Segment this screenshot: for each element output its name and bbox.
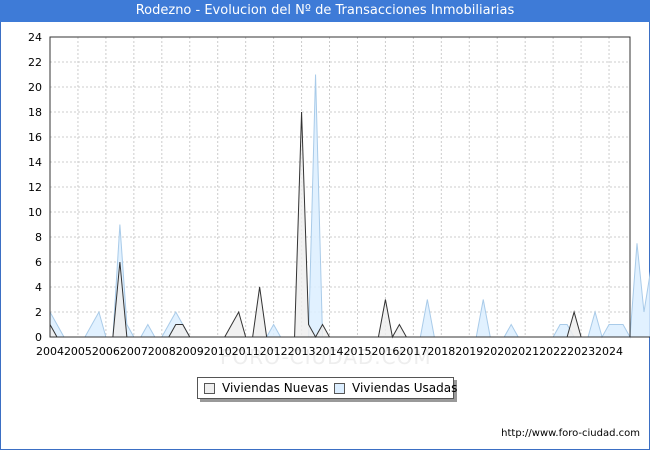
x-tick-label: 2023: [567, 345, 595, 358]
x-tick-label: 2006: [92, 345, 120, 358]
x-tick-label: 2016: [371, 345, 399, 358]
y-tick-label: 8: [35, 231, 42, 244]
y-tick-label: 6: [35, 256, 42, 269]
x-tick-label: 2019: [455, 345, 483, 358]
y-tick-label: 24: [28, 31, 42, 44]
x-tick-label: 2022: [539, 345, 567, 358]
legend-swatch-usadas: [334, 383, 345, 394]
y-tick-label: 10: [28, 206, 42, 219]
x-tick-label: 2017: [399, 345, 427, 358]
x-tick-label: 2010: [204, 345, 232, 358]
legend-label-nuevas: Viviendas Nuevas: [222, 381, 329, 395]
y-tick-label: 18: [28, 106, 42, 119]
x-tick-label: 2009: [176, 345, 204, 358]
y-tick-label: 16: [28, 131, 42, 144]
y-tick-label: 2: [35, 306, 42, 319]
x-tick-label: 2008: [148, 345, 176, 358]
legend-swatch-nuevas: [204, 383, 215, 394]
y-tick-label: 22: [28, 56, 42, 69]
legend-label-usadas: Viviendas Usadas: [352, 381, 458, 395]
x-tick-label: 2007: [120, 345, 148, 358]
y-tick-label: 12: [28, 181, 42, 194]
x-tick-label: 2024: [595, 345, 623, 358]
chart-legend: Viviendas Nuevas Viviendas Usadas: [197, 377, 458, 399]
x-tick-label: 2004: [36, 345, 64, 358]
x-tick-label: 2005: [64, 345, 92, 358]
y-tick-label: 20: [28, 81, 42, 94]
y-tick-label: 14: [28, 156, 42, 169]
x-tick-label: 2012: [260, 345, 288, 358]
x-tick-label: 2011: [232, 345, 260, 358]
x-tick-label: 2018: [427, 345, 455, 358]
y-tick-label: 0: [35, 331, 42, 344]
x-tick-label: 2015: [343, 345, 371, 358]
source-url: http://www.foro-ciudad.com: [501, 428, 640, 439]
x-tick-label: 2014: [316, 345, 344, 358]
y-tick-label: 4: [35, 281, 42, 294]
x-tick-label: 2013: [288, 345, 316, 358]
x-tick-label: 2020: [483, 345, 511, 358]
x-tick-label: 2021: [511, 345, 539, 358]
